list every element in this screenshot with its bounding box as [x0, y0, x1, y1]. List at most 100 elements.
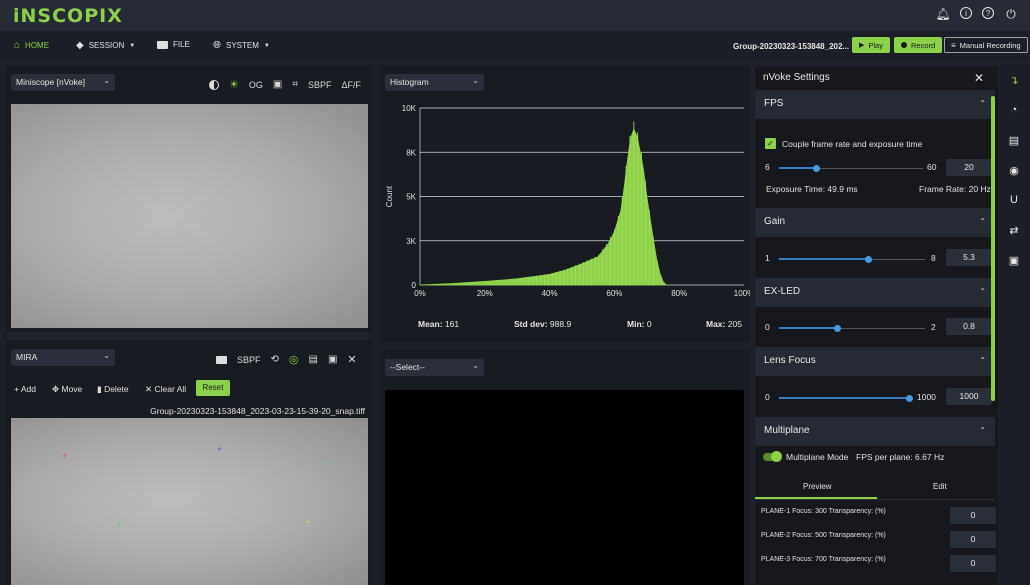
- mira-image[interactable]: + + + + +: [11, 418, 368, 585]
- sbpf-toggle[interactable]: SBPF: [308, 80, 332, 90]
- stat-mean: Mean: 161: [418, 319, 460, 329]
- target-box-icon[interactable]: ▣: [1007, 254, 1021, 268]
- reset-view-icon[interactable]: ⟲: [271, 354, 279, 365]
- x-tick-label: 20%: [477, 289, 493, 298]
- exled-slider-knob[interactable]: [834, 325, 841, 332]
- globe-icon: 🌐︎: [213, 40, 221, 51]
- lens-value[interactable]: 1000: [946, 388, 992, 405]
- layers-icon[interactable]: ▤: [1007, 134, 1021, 148]
- marker-1[interactable]: +: [62, 451, 67, 461]
- folder-icon[interactable]: [216, 355, 227, 364]
- gain-value[interactable]: 5.3: [946, 249, 992, 266]
- y-tick-label: 3K: [406, 237, 416, 246]
- gain-slider-knob[interactable]: [865, 256, 872, 263]
- chevron-up-icon: ⌃: [979, 356, 986, 365]
- histogram-select[interactable]: Histogram ⌄: [385, 74, 484, 91]
- empty-viewer-panel: --Select-- ⌄: [380, 350, 750, 585]
- help-icon[interactable]: ?: [982, 7, 994, 19]
- couple-checkbox[interactable]: ✓: [765, 138, 776, 149]
- plane-1-value[interactable]: 0: [950, 507, 996, 524]
- fps-value[interactable]: 20: [946, 159, 992, 176]
- camera-icon[interactable]: ▣: [273, 79, 282, 90]
- multiplane-section-header[interactable]: Multiplane ⌃: [755, 417, 995, 446]
- trash-icon: ▮: [97, 384, 102, 394]
- close-icon: ✕: [145, 384, 153, 394]
- power-icon[interactable]: ⏻: [1004, 7, 1018, 21]
- sbpf-toggle[interactable]: SBPF: [237, 355, 261, 365]
- nav-file[interactable]: FILE: [157, 40, 190, 49]
- manual-recording-button[interactable]: ≡ Manual Recording: [944, 37, 1028, 53]
- tab-preview[interactable]: Preview: [803, 482, 831, 491]
- settings-title: nVoke Settings: [763, 72, 830, 83]
- exled-section-header[interactable]: EX-LED ⌃: [755, 278, 995, 307]
- x-tick-label: 100%: [734, 289, 750, 298]
- target-icon[interactable]: ◎: [289, 353, 299, 366]
- swap-icon[interactable]: ⇄: [1007, 224, 1021, 238]
- multiplane-toggle[interactable]: [763, 451, 782, 462]
- fps-section-header[interactable]: FPS ⌃: [755, 90, 995, 119]
- top-bar: iNSCOPIX 🔔︎ i ? ⏻: [0, 0, 1030, 31]
- y-tick-label: 10K: [402, 104, 417, 113]
- play-button[interactable]: ▶ Play: [852, 37, 890, 53]
- chevron-down-icon: ⌄: [472, 76, 479, 85]
- settings-scrollbar[interactable]: [991, 96, 995, 401]
- fps-per-plane: FPS per plane: 6.67 Hz: [856, 452, 945, 462]
- fps-slider-knob[interactable]: [813, 165, 820, 172]
- empty-viewer[interactable]: [385, 390, 744, 585]
- chevron-up-icon: ⌃: [979, 426, 986, 435]
- marker-4[interactable]: +: [117, 520, 122, 530]
- chevron-up-icon: ⌃: [979, 287, 986, 296]
- gauge-icon[interactable]: ◔: [1007, 104, 1021, 118]
- fps-min: 6: [765, 162, 770, 172]
- exposure-time: Exposure Time: 49.9 ms: [766, 184, 858, 194]
- tab-edit[interactable]: Edit: [933, 482, 947, 491]
- crop-icon[interactable]: ⌗: [292, 79, 298, 90]
- clear-all-button[interactable]: ✕ Clear All: [145, 384, 186, 395]
- contrast-icon[interactable]: [209, 79, 219, 90]
- close-icon[interactable]: ✕: [974, 71, 984, 85]
- record-button[interactable]: Record: [894, 37, 943, 53]
- save-icon[interactable]: ▤: [309, 354, 318, 365]
- nav-system[interactable]: 🌐︎ SYSTEM ▼: [213, 40, 270, 51]
- plane-2-value[interactable]: 0: [950, 531, 996, 548]
- frame-rate: Frame Rate: 20 Hz: [919, 184, 991, 194]
- y-tick-label: 5K: [406, 193, 416, 202]
- lens-slider-knob[interactable]: [906, 395, 913, 402]
- magnet-icon[interactable]: U: [1007, 194, 1021, 208]
- bell-icon[interactable]: 🔔︎: [935, 7, 950, 21]
- gain-min: 1: [765, 253, 770, 263]
- lens-section-header[interactable]: Lens Focus ⌃: [755, 347, 995, 376]
- og-toggle[interactable]: OG: [249, 80, 263, 90]
- gain-section-header[interactable]: Gain ⌃: [755, 208, 995, 237]
- marker-3[interactable]: +: [323, 459, 328, 469]
- marker-5[interactable]: +: [306, 517, 311, 527]
- close-icon[interactable]: ✕: [347, 353, 356, 366]
- nav-home[interactable]: ⌂ HOME: [14, 40, 49, 51]
- move-icon: ✥: [52, 384, 60, 394]
- marker-2[interactable]: +: [217, 444, 222, 454]
- nav-session[interactable]: ◆ SESSION ▼: [76, 40, 135, 51]
- dff-toggle[interactable]: ΔF/F: [342, 80, 362, 90]
- move-button[interactable]: ✥ Move: [52, 384, 82, 395]
- couple-label: Couple frame rate and exposure time: [782, 139, 923, 149]
- camera-icon[interactable]: ▣: [328, 354, 337, 365]
- brightness-icon[interactable]: ☀: [229, 78, 239, 91]
- broadcast-icon[interactable]: ◉: [1007, 164, 1021, 178]
- multiplane-mode-label: Multiplane Mode: [786, 452, 849, 462]
- viewer-select[interactable]: --Select-- ⌄: [385, 359, 484, 376]
- exled-value[interactable]: 0.8: [946, 318, 992, 335]
- play-icon: ▶: [859, 42, 865, 49]
- settings-return-icon[interactable]: ↴: [1007, 74, 1021, 88]
- mira-source-select[interactable]: MIRA ⌄: [11, 349, 115, 366]
- plane-3-value[interactable]: 0: [950, 555, 996, 572]
- y-tick-label: 8K: [406, 148, 416, 157]
- miniscope-source-select[interactable]: Miniscope [nVoke] ⌄: [11, 74, 115, 91]
- delete-button[interactable]: ▮ Delete: [97, 384, 129, 395]
- histogram-panel: Histogram ⌄ 10K8K5K3K00%20%40%60%80%100%…: [380, 66, 750, 342]
- histogram-area: [419, 128, 668, 286]
- info-icon[interactable]: i: [960, 7, 972, 19]
- chevron-down-icon: ⌄: [103, 351, 110, 360]
- add-button[interactable]: + Add: [14, 384, 36, 394]
- miniscope-image[interactable]: [11, 104, 368, 328]
- reset-button[interactable]: Reset: [196, 380, 230, 396]
